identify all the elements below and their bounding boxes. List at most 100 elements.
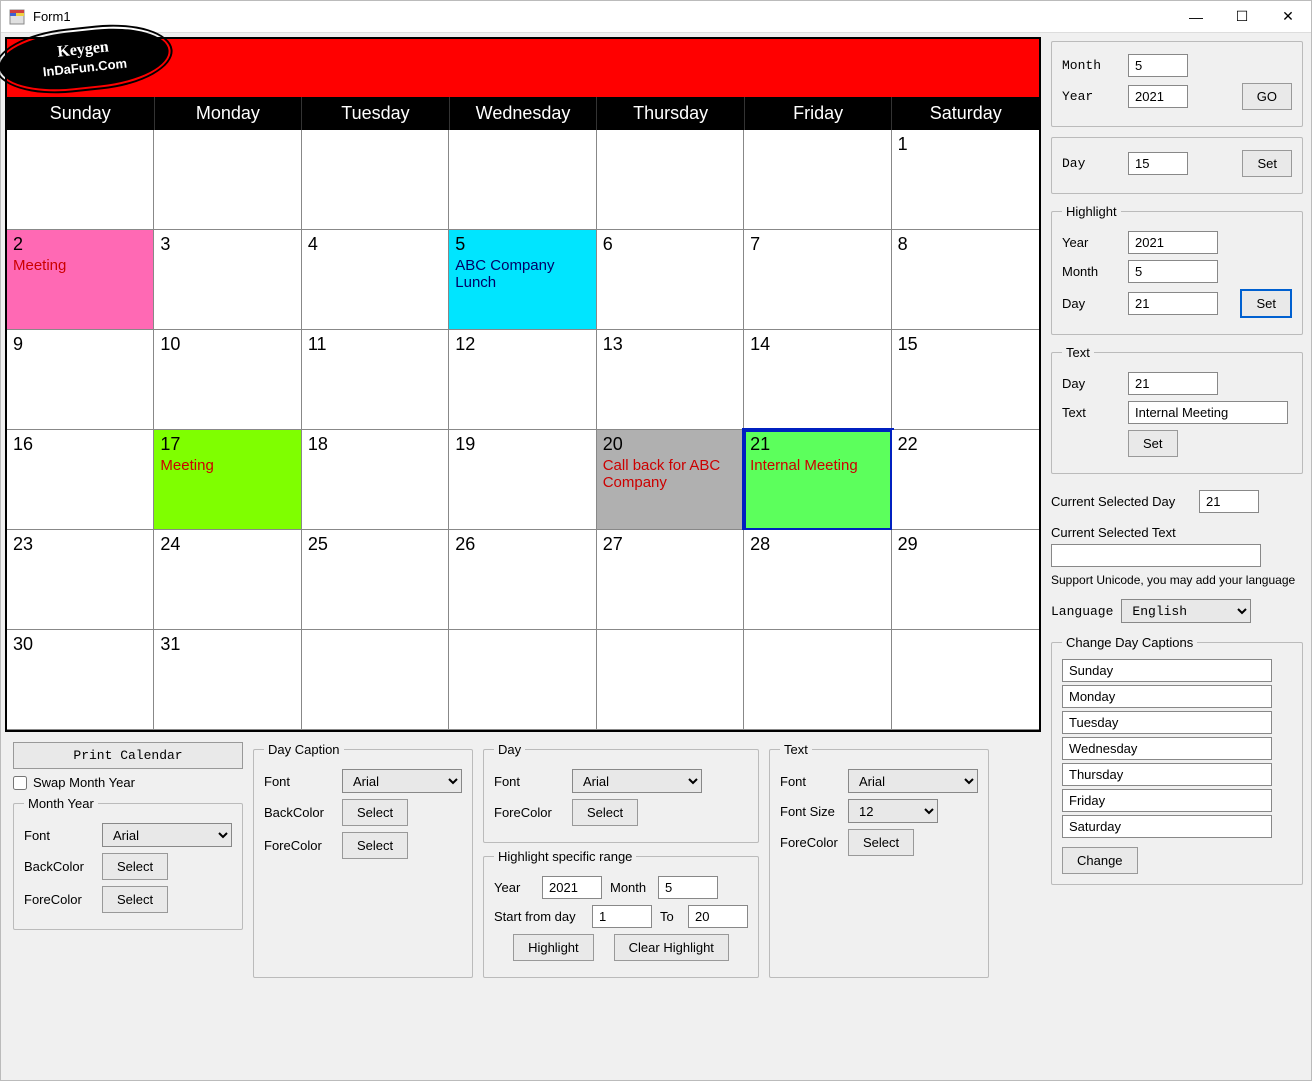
calendar-cell[interactable]: 30 [7,630,154,730]
cell-day-number: 29 [898,534,1033,555]
caption-input[interactable] [1062,763,1272,786]
nav-month-input[interactable] [1128,54,1188,77]
text-forecolor-button[interactable]: Select [848,829,914,856]
calendar-cell[interactable]: 12 [449,330,596,430]
cell-day-number: 2 [13,234,147,255]
clear-highlight-button[interactable]: Clear Highlight [614,934,729,961]
caption-input[interactable] [1062,659,1272,682]
calendar-cell[interactable] [302,130,449,230]
calendar-cell[interactable]: 18 [302,430,449,530]
close-button[interactable]: ✕ [1265,1,1311,33]
text-font-select[interactable]: Arial [848,769,978,793]
swap-month-year-checkbox[interactable]: Swap Month Year [13,775,243,790]
calendar-cell[interactable]: 29 [892,530,1039,630]
hl-day-input[interactable] [1128,292,1218,315]
cell-day-number: 20 [603,434,737,455]
calendar-cell[interactable] [744,130,891,230]
captions-list [1062,659,1292,838]
caption-input[interactable] [1062,737,1272,760]
text-text-input[interactable] [1128,401,1288,424]
calendar-cell[interactable]: 31 [154,630,301,730]
calendar-cell[interactable]: 23 [7,530,154,630]
caption-input[interactable] [1062,815,1272,838]
calendar-cell[interactable]: 28 [744,530,891,630]
calendar-cell[interactable]: 11 [302,330,449,430]
calendar-cell[interactable]: 2Meeting [7,230,154,330]
highlight-button[interactable]: Highlight [513,934,594,961]
language-select[interactable]: English [1121,599,1251,623]
calendar-cell[interactable]: 19 [449,430,596,530]
calendar-cell[interactable] [302,630,449,730]
day-font-select[interactable]: Arial [572,769,702,793]
calendar-cell[interactable]: 5ABC Company Lunch [449,230,596,330]
calendar-cell[interactable] [449,630,596,730]
right-panel: Month Year GO Day Set [1047,37,1307,1076]
range-start-input[interactable] [592,905,652,928]
calendar-cell[interactable]: 7 [744,230,891,330]
calendar-cell[interactable] [744,630,891,730]
calendar-cell[interactable]: 1 [892,130,1039,230]
calendar-cell[interactable]: 24 [154,530,301,630]
monthyear-forecolor-button[interactable]: Select [102,886,168,913]
text-fontsize-select[interactable]: 12 [848,799,938,823]
day-caption: Tuesday [302,97,450,130]
calendar-cell[interactable] [597,130,744,230]
cell-day-number: 18 [308,434,442,455]
monthyear-font-select[interactable]: Arial [102,823,232,847]
caption-input[interactable] [1062,789,1272,812]
calendar-cell[interactable] [892,630,1039,730]
calendar-cell[interactable]: 22 [892,430,1039,530]
daycap-font-select[interactable]: Arial [342,769,462,793]
day-forecolor-button[interactable]: Select [572,799,638,826]
day-caption-group: Day Caption Font Arial BackColor Select … [253,742,473,978]
maximize-button[interactable]: ☐ [1219,1,1265,33]
calendar-cell[interactable] [597,630,744,730]
calendar-cell[interactable]: 6 [597,230,744,330]
change-captions-button[interactable]: Change [1062,847,1138,874]
nav-year-input[interactable] [1128,85,1188,108]
calendar-cell[interactable]: 15 [892,330,1039,430]
calendar-cell[interactable]: 27 [597,530,744,630]
text-set-button[interactable]: Set [1128,430,1178,457]
minimize-button[interactable]: ― [1173,1,1219,33]
calendar-cell[interactable]: 9 [7,330,154,430]
calendar-cell[interactable]: 21Internal Meeting [744,430,891,530]
app-icon [9,9,25,25]
range-month-input[interactable] [658,876,718,899]
calendar-cell[interactable]: 8 [892,230,1039,330]
titlebar: Form1 ― ☐ ✕ [1,1,1311,33]
calendar-cell[interactable]: 17Meeting [154,430,301,530]
calendar-cell[interactable]: 13 [597,330,744,430]
hl-set-button[interactable]: Set [1240,289,1292,318]
calendar-cell[interactable]: 26 [449,530,596,630]
nav-day-input[interactable] [1128,152,1188,175]
calendar-cell[interactable]: 14 [744,330,891,430]
hl-month-input[interactable] [1128,260,1218,283]
calendar-cell[interactable] [449,130,596,230]
text-style-group: Text Font Arial Font Size 12 ForeColor S… [769,742,989,978]
hl-year-input[interactable] [1128,231,1218,254]
daycap-forecolor-button[interactable]: Select [342,832,408,859]
cell-day-number: 13 [603,334,737,355]
calendar-header: May 2021 KeygenInDaFun.Com [7,39,1039,97]
caption-input[interactable] [1062,711,1272,734]
text-day-input[interactable] [1128,372,1218,395]
monthyear-backcolor-button[interactable]: Select [102,853,168,880]
go-button[interactable]: GO [1242,83,1292,110]
calendar-cell[interactable]: 4 [302,230,449,330]
day-set-button[interactable]: Set [1242,150,1292,177]
swap-checkbox-input[interactable] [13,776,27,790]
calendar-cell[interactable]: 10 [154,330,301,430]
calendar-cell[interactable]: 20Call back for ABC Company [597,430,744,530]
daycap-backcolor-button[interactable]: Select [342,799,408,826]
calendar-cell[interactable]: 25 [302,530,449,630]
range-year-input[interactable] [542,876,602,899]
calendar-cell[interactable]: 16 [7,430,154,530]
cell-day-number: 24 [160,534,294,555]
caption-input[interactable] [1062,685,1272,708]
range-to-input[interactable] [688,905,748,928]
calendar-cell[interactable]: 3 [154,230,301,330]
calendar-cell[interactable] [154,130,301,230]
calendar-cell[interactable] [7,130,154,230]
print-calendar-button[interactable]: Print Calendar [13,742,243,769]
